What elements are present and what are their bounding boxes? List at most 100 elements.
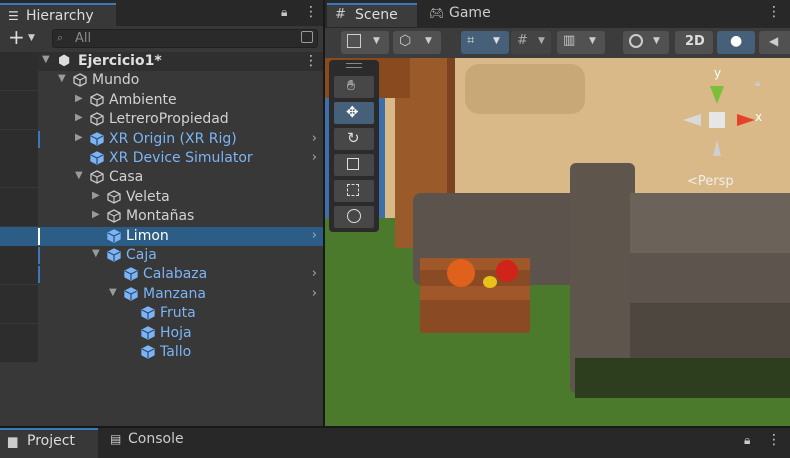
2d-label: 2D [685,34,705,49]
gizmo-x-label: x [755,110,763,124]
scene-menu-icon[interactable]: ⋮ [304,53,318,69]
more-menu-icon[interactable]: ⋮ [304,4,318,20]
hierarchy-row[interactable]: ▼ Manzana › [0,284,323,304]
open-prefab-chevron-icon[interactable]: › [312,286,317,301]
lock-icon[interactable]: 🔒︎ [744,433,750,448]
prefab-icon [90,131,104,146]
open-prefab-chevron-icon[interactable]: › [312,131,317,146]
hierarchy-row-label: Caja [126,247,157,263]
transform-tool-button[interactable] [334,206,374,228]
lock-icon[interactable]: 🔒︎ [281,5,287,20]
scale-icon [347,158,359,170]
grid-snap-button[interactable]: # ▼ [511,31,551,54]
render-mode-button[interactable]: ⬡ ▼ [393,31,441,54]
lighting-toggle-button[interactable]: ● [717,31,755,54]
hierarchy-row[interactable]: ▼ Caja [0,246,323,265]
hierarchy-row[interactable]: ▶ Ambiente [0,90,323,110]
collapse-arrow-icon[interactable]: ▶ [92,190,100,201]
expand-arrow-icon[interactable]: ▼ [58,73,66,84]
collapse-arrow-icon[interactable]: ▶ [75,93,83,104]
rotate-tool-button[interactable]: ↻ [334,128,374,150]
hierarchy-row-label: Hoja [160,324,192,341]
expand-arrow-icon[interactable]: ▼ [75,170,83,181]
hand-tool-button[interactable]: ✋︎ [334,76,374,98]
rect-tool-button[interactable] [334,180,374,202]
rotate-icon: ↻ [347,129,360,147]
open-prefab-chevron-icon[interactable]: › [312,228,317,243]
gizmo-lock-icon[interactable]: 🔒︎ [755,78,760,89]
search-input[interactable]: ⌕ All [52,29,318,48]
hierarchy-row[interactable]: Fruta [0,304,323,324]
hierarchy-row-label: Veleta [126,188,170,205]
more-menu-icon[interactable]: ⋮ [767,432,781,448]
hierarchy-row-label: Limon [126,227,169,244]
expand-arrow-icon[interactable]: ▼ [42,54,50,65]
scale-tool-button[interactable] [334,154,374,176]
hierarchy-row[interactable]: ▶ Montañas [0,207,323,227]
hierarchy-row-label: Fruta [160,305,196,322]
override-marker [38,247,40,264]
hierarchy-row[interactable]: ▶ Veleta [0,187,323,207]
lightbulb-icon: ● [730,33,743,49]
tool-palette: ✋︎ ✥ ↻ [329,60,379,232]
hierarchy-row-label: Tallo [160,344,192,360]
tab-game[interactable]: 🎮︎ Game [423,3,503,27]
hierarchy-row[interactable]: ▶ LetreroPropiedad [0,110,323,130]
gameobject-cube-icon [73,73,87,88]
expand-arrow-icon[interactable]: ▼ [109,287,117,298]
prefab-icon [107,248,121,262]
increment-snap-button[interactable]: ▥ ▼ [557,31,605,54]
draw-mode-button[interactable]: ▼ [341,31,389,54]
collapse-arrow-icon[interactable]: ▶ [92,209,100,220]
hierarchy-row-label: XR Device Simulator [109,150,253,166]
gameobject-cube-icon [107,190,121,204]
scene-panel: # Scene 🎮︎ Game ⋮ ▼ ⬡ ▼ ⌗ ▼ # ▼ ▥ ▼ ▼ 2D… [325,0,790,426]
scene-more-icon[interactable]: ⋮ [767,4,781,20]
open-prefab-chevron-icon[interactable]: › [312,266,317,281]
chevron-down-icon: ▼ [425,36,432,46]
gameobject-cube-icon [90,93,104,107]
rect-icon [347,184,359,196]
cube-icon: ⬡ [399,33,412,49]
open-prefab-chevron-icon[interactable]: › [312,150,317,165]
scene-root-row[interactable]: ▼ ⬢ Ejercicio1* ⋮ [0,52,323,71]
add-button[interactable]: + ▼ [6,25,44,49]
collapse-arrow-icon[interactable]: ▶ [75,132,83,143]
palette-grip-icon[interactable] [346,63,362,68]
search-icon: ⌕ [57,31,64,44]
move-tool-button[interactable]: ✥ [334,102,374,124]
hierarchy-row[interactable]: ▶ XR Origin (XR Rig) › [0,129,323,149]
hierarchy-row-label: Manzana [143,285,206,302]
prefab-variant-icon [124,267,138,282]
hierarchy-row[interactable]: Tallo [0,343,323,362]
hierarchy-row[interactable]: ▼ Mundo [0,71,323,91]
scene-viewport[interactable] [325,58,790,426]
prefab-icon [141,306,155,320]
draw-mode-icon [347,34,361,48]
hierarchy-row[interactable]: Calabaza › [0,265,323,285]
tab-console[interactable]: ▤ Console [104,428,204,458]
hierarchy-row[interactable]: Limon › [0,226,323,246]
hierarchy-tabbar: ☰ Hierarchy 🔒︎ ⋮ [0,0,323,27]
override-marker [38,266,40,284]
hierarchy-row-label: Calabaza [143,266,208,283]
console-icon: ▤ [110,432,122,446]
hierarchy-tab[interactable]: ☰ Hierarchy [0,3,116,27]
hierarchy-row[interactable]: ▼ Casa [0,168,323,188]
search-filter-icon[interactable] [301,31,313,43]
hierarchy-row-label: Mundo [92,72,140,89]
persp-label[interactable]: <Persp [687,174,734,189]
2d-toggle-button[interactable]: 2D [675,31,713,54]
collapse-arrow-icon[interactable]: ▶ [75,112,83,123]
hierarchy-row[interactable]: Hoja [0,323,323,343]
audio-toggle-button[interactable]: ◀ [759,31,790,54]
global-toggle-button[interactable]: ⌗ ▼ [461,31,509,54]
tab-scene[interactable]: # Scene [327,3,417,27]
expand-arrow-icon[interactable]: ▼ [92,248,100,259]
search-placeholder: All [75,31,92,46]
hierarchy-row[interactable]: XR Device Simulator › [0,149,323,168]
prefab-icon [141,325,155,340]
tab-project[interactable]: ▆ Project [0,428,98,458]
visibility-button[interactable]: ▼ [623,31,669,54]
tab-project-label: Project [27,433,75,449]
